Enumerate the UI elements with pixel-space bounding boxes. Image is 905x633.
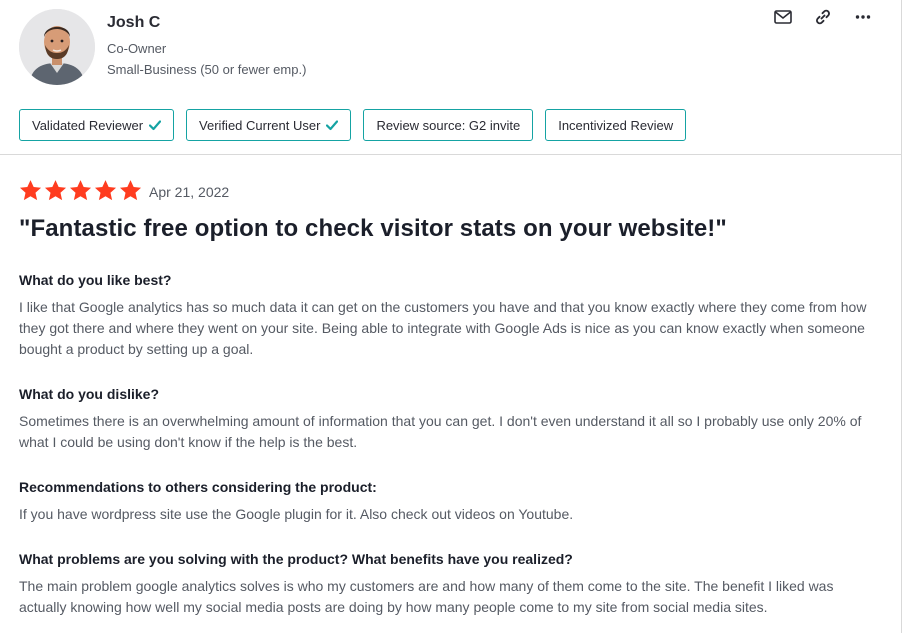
star-icon (69, 180, 92, 201)
review-section-recommendations: Recommendations to others considering th… (19, 479, 884, 525)
more-icon[interactable] (851, 7, 875, 27)
badge-review-source[interactable]: Review source: G2 invite (363, 109, 534, 141)
review-badges: Validated Reviewer Verified Current User… (19, 109, 687, 141)
section-question: Recommendations to others considering th… (19, 479, 377, 495)
review-title: "Fantastic free option to check visitor … (19, 215, 727, 242)
star-icon (19, 180, 42, 201)
link-icon[interactable] (811, 7, 835, 27)
star-icon (94, 180, 117, 201)
review-card: Josh C Co-Owner Small-Business (50 or fe… (0, 0, 902, 633)
badge-label: Incentivized Review (558, 117, 674, 133)
review-section-dislike: What do you dislike? Sometimes there is … (19, 386, 884, 453)
section-question: What do you like best? (19, 272, 172, 288)
star-icon (119, 180, 142, 201)
section-answer: Sometimes there is an overwhelming amoun… (19, 413, 862, 450)
review-section-problems: What problems are you solving with the p… (19, 551, 884, 618)
badge-label: Validated Reviewer (32, 117, 144, 133)
divider (0, 154, 902, 155)
check-icon (149, 120, 162, 131)
badge-incentivized-review[interactable]: Incentivized Review (545, 109, 687, 141)
section-answer: If you have wordpress site use the Googl… (19, 506, 574, 522)
reviewer-name[interactable]: Josh C (107, 14, 160, 32)
check-icon (326, 120, 339, 131)
review-section-like: What do you like best? I like that Googl… (19, 272, 884, 360)
section-question: What problems are you solving with the p… (19, 551, 573, 567)
email-icon[interactable] (771, 7, 795, 27)
avatar[interactable] (19, 9, 95, 85)
star-rating (19, 179, 142, 202)
reviewer-role: Co-Owner (107, 41, 167, 56)
section-answer: The main problem google analytics solves… (19, 578, 834, 615)
badge-label: Review source: G2 invite (376, 117, 521, 133)
star-icon (44, 180, 67, 201)
badge-verified-current-user[interactable]: Verified Current User (186, 109, 352, 141)
section-question: What do you dislike? (19, 386, 160, 402)
section-answer: I like that Google analytics has so much… (19, 299, 867, 357)
reviewer-segment: Small-Business (50 or fewer emp.) (107, 62, 307, 77)
review-date: Apr 21, 2022 (149, 184, 230, 200)
review-actions (771, 7, 875, 27)
badge-label: Verified Current User (199, 117, 321, 133)
badge-validated-reviewer[interactable]: Validated Reviewer (19, 109, 175, 141)
